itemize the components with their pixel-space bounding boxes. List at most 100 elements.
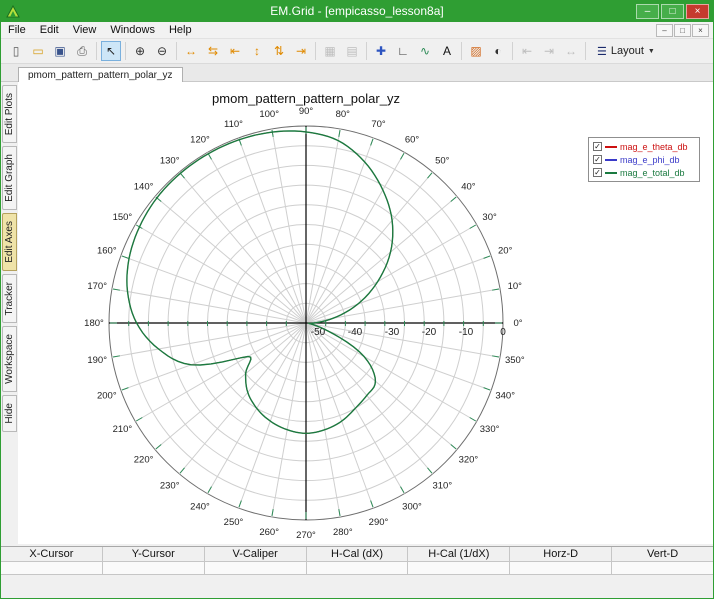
angle-label: 110° bbox=[224, 119, 243, 130]
menu-view[interactable]: View bbox=[66, 23, 104, 37]
sidebar-tab-workspace[interactable]: Workspace bbox=[2, 326, 17, 393]
sidebar-tab-label: Tracker bbox=[4, 281, 15, 316]
status-header-row: X-Cursor Y-Cursor V-Caliper H-Cal (dX) H-Cal… bbox=[1, 546, 713, 561]
add-marker-button[interactable]: ✚ bbox=[371, 41, 391, 61]
polar-angle-tick bbox=[400, 153, 405, 160]
minimize-button[interactable]: – bbox=[636, 4, 659, 19]
layout-icon: ☰ bbox=[597, 45, 607, 58]
angle-label: 180° bbox=[84, 318, 104, 329]
open-file-button[interactable]: ▭ bbox=[28, 41, 48, 61]
status-value-cell bbox=[612, 562, 713, 574]
zoom-in-button[interactable]: ⊕ bbox=[130, 41, 150, 61]
layout-label: Layout bbox=[610, 45, 644, 57]
window-title: EM.Grid - [empicasso_lesson8a] bbox=[270, 4, 444, 18]
sidebar-tab-label: Hide bbox=[4, 403, 15, 424]
dropdown-caret-icon: ▼ bbox=[647, 47, 655, 55]
menu-bar-items: File Edit View Windows Help bbox=[1, 23, 199, 37]
status-col-header: H-Cal (1/dX) bbox=[408, 547, 511, 561]
child-window-controls: – □ × bbox=[656, 23, 713, 37]
status-col-header: Y-Cursor bbox=[103, 547, 205, 561]
select-cursor-button[interactable]: ↖ bbox=[101, 41, 121, 61]
plot-area: 0° 10° 20° 30° 40° 50° 60° 70° 80° 90° 100° 110° 120… bbox=[18, 82, 713, 544]
close-button[interactable]: × bbox=[686, 4, 709, 19]
autoscale-y-button[interactable]: ↕ bbox=[247, 41, 267, 61]
sidebar-tab-label: Workspace bbox=[4, 334, 15, 385]
print-button[interactable]: ⎙ bbox=[72, 41, 92, 61]
legend-checkbox[interactable]: ✓ bbox=[593, 142, 602, 151]
angle-label: 20° bbox=[498, 246, 513, 257]
angle-label: 80° bbox=[336, 109, 351, 120]
radial-label: -20 bbox=[422, 327, 437, 338]
angle-label: 280° bbox=[333, 527, 353, 538]
zoom-out-button[interactable]: ⊖ bbox=[152, 41, 172, 61]
angle-label: 230° bbox=[160, 480, 180, 491]
angle-label: 70° bbox=[371, 119, 386, 130]
add-text-button[interactable]: A bbox=[437, 41, 457, 61]
status-value-cell bbox=[510, 562, 613, 574]
polar-angle-tick bbox=[483, 387, 491, 391]
legend-checkbox[interactable]: ✓ bbox=[593, 168, 602, 177]
polar-angle-tick bbox=[179, 467, 185, 474]
sidebar-tab-tracker[interactable]: Tracker bbox=[2, 273, 17, 324]
menu-edit[interactable]: Edit bbox=[33, 23, 66, 37]
menu-file[interactable]: File bbox=[1, 23, 33, 37]
status-value-cell bbox=[103, 562, 205, 574]
sidebar-tab-edit-axes[interactable]: Edit Axes bbox=[2, 213, 17, 271]
child-restore-button[interactable]: □ bbox=[674, 23, 691, 37]
angle-label: 190° bbox=[87, 355, 107, 366]
angle-label: 90° bbox=[299, 106, 314, 117]
status-col-header: H-Cal (dX) bbox=[307, 547, 409, 561]
contrast-button[interactable]: ◐ bbox=[488, 41, 508, 61]
polar-angle-tick bbox=[112, 288, 120, 291]
series-mag_e_total_db bbox=[126, 130, 394, 435]
save-button[interactable]: ▣ bbox=[50, 41, 70, 61]
maximize-button[interactable]: □ bbox=[661, 4, 684, 19]
expand-x-button[interactable]: ⇆ bbox=[203, 41, 223, 61]
polar-angle-tick bbox=[370, 138, 374, 146]
menu-help[interactable]: Help bbox=[162, 23, 199, 37]
legend: ✓ mag_e_theta_db ✓ mag_e_phi_db ✓ mag_e_total… bbox=[588, 137, 700, 182]
angle-label: 250° bbox=[224, 517, 244, 528]
polar-angle-tick bbox=[400, 486, 405, 493]
polar-angle-tick bbox=[271, 509, 274, 517]
polar-angle-tick bbox=[469, 224, 476, 229]
status-col-header: V-Caliper bbox=[205, 547, 307, 561]
legend-checkbox[interactable]: ✓ bbox=[593, 155, 602, 164]
caliper-left-button: ⇤ bbox=[521, 44, 533, 58]
status-value-row bbox=[1, 561, 713, 575]
toolbar-separator bbox=[96, 42, 97, 60]
expand-y-button[interactable]: ⇅ bbox=[269, 41, 289, 61]
layout-menu-button[interactable]: ☰ Layout ▼ bbox=[591, 41, 661, 61]
sidebar-tab-edit-plots[interactable]: Edit Plots bbox=[2, 85, 17, 144]
shrink-x-button[interactable]: ⇤ bbox=[225, 41, 245, 61]
sidebar-tab-hide[interactable]: Hide bbox=[2, 395, 17, 432]
shrink-y-button[interactable]: ⇥ bbox=[291, 41, 311, 61]
menu-windows[interactable]: Windows bbox=[103, 23, 162, 37]
autoscale-x-button[interactable]: ↔ bbox=[181, 41, 201, 61]
edit-axes-button[interactable]: ∟ bbox=[393, 41, 413, 61]
child-minimize-button[interactable]: – bbox=[656, 23, 673, 37]
angle-label: 30° bbox=[482, 212, 497, 223]
series-mag_e_theta_db bbox=[126, 130, 394, 434]
polar-angle-tick bbox=[271, 129, 274, 137]
angle-label: 300° bbox=[402, 502, 422, 513]
status-value-cell bbox=[1, 562, 103, 574]
polar-angle-tick bbox=[370, 500, 374, 508]
polar-angle-tick bbox=[121, 255, 129, 259]
angle-label: 10° bbox=[508, 281, 523, 292]
sidebar-tab-label: Edit Axes bbox=[4, 221, 15, 263]
chart-title: pmom_pattern_pattern_polar_yz bbox=[212, 91, 400, 106]
angle-label: 160° bbox=[97, 246, 117, 257]
toolbar-separator bbox=[176, 42, 177, 60]
angle-label: 50° bbox=[435, 156, 450, 167]
angle-label: 100° bbox=[259, 109, 279, 120]
polar-angle-tick bbox=[492, 355, 500, 358]
sidebar-tab-edit-graph[interactable]: Edit Graph bbox=[2, 146, 17, 211]
color-map-button[interactable]: ▨ bbox=[466, 41, 486, 61]
edit-curve-button[interactable]: ∿ bbox=[415, 41, 435, 61]
toolbar-separator bbox=[512, 42, 513, 60]
angle-label: 60° bbox=[405, 134, 420, 145]
toolbar-separator bbox=[125, 42, 126, 60]
new-file-button[interactable]: ▯ bbox=[6, 41, 26, 61]
child-close-button[interactable]: × bbox=[692, 23, 709, 37]
